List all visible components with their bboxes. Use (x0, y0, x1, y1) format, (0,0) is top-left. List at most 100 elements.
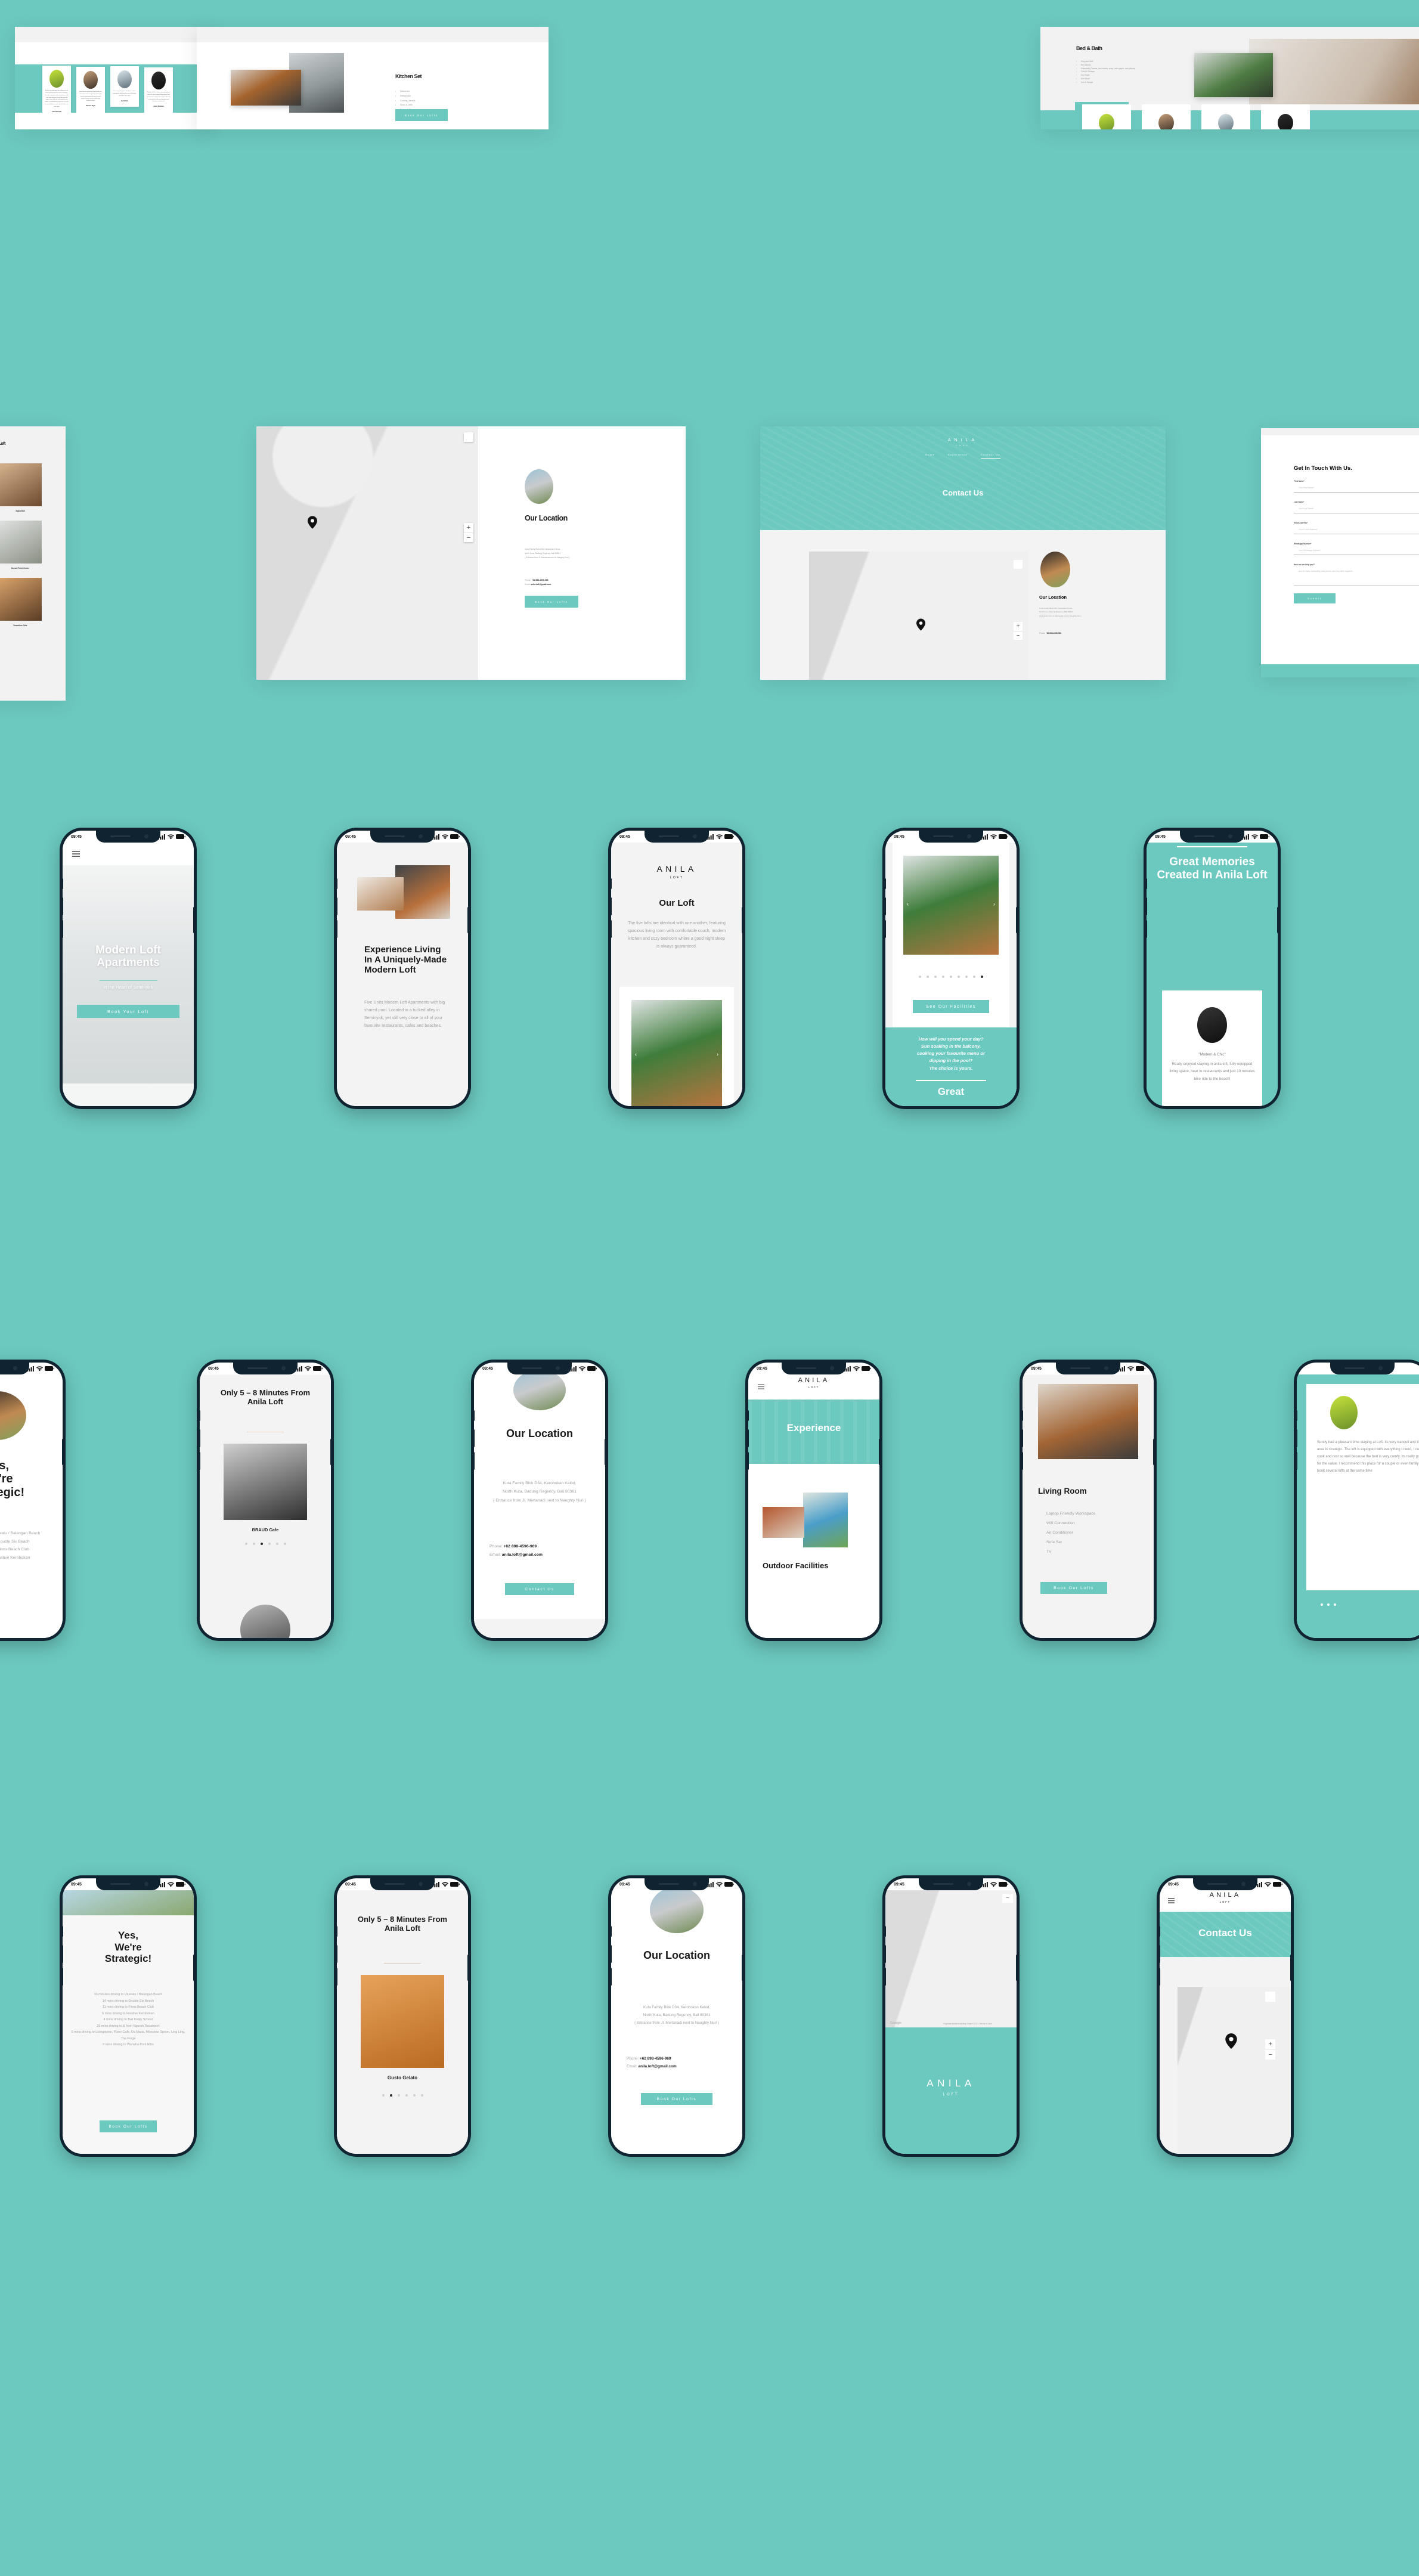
volume-down-button[interactable] (748, 1452, 749, 1470)
contact-map[interactable]: + − (809, 552, 1028, 680)
email-input[interactable]: Your E-mail Address* (1294, 524, 1419, 534)
gallery-next-arrow[interactable]: › (993, 901, 995, 907)
first-name-input[interactable]: Your First Name* (1294, 482, 1419, 493)
nav-item-contact-us[interactable]: Contact Us (980, 454, 1000, 459)
carousel-dot[interactable] (382, 2094, 385, 2097)
submit-button[interactable]: Submit (1294, 593, 1336, 603)
book-our-lofts-button[interactable]: Book Our Lofts (641, 2093, 712, 2105)
book-our-lofts-button[interactable]: Book Our Lofts (100, 2120, 157, 2132)
book-your-loft-button[interactable]: Book Your Loft (77, 1005, 179, 1018)
carousel-dot[interactable] (244, 1543, 247, 1545)
mute-switch[interactable] (885, 878, 886, 889)
fullscreen-icon[interactable] (1014, 560, 1023, 569)
gallery-next-arrow[interactable]: › (717, 1051, 718, 1057)
carousel-dot[interactable] (942, 976, 944, 978)
email-value[interactable]: anila.loft@gmail.com (531, 583, 551, 586)
book-our-lofts-button[interactable]: Book Our Lofts (525, 596, 578, 608)
power-button[interactable] (330, 1439, 331, 1465)
power-button[interactable] (467, 1955, 468, 1981)
power-button[interactable] (1016, 1955, 1017, 1981)
carousel-dot[interactable] (958, 976, 960, 978)
carousel-dots[interactable] (200, 1543, 331, 1545)
carousel-dot-active[interactable] (260, 1543, 263, 1545)
volume-up-button[interactable] (611, 897, 612, 915)
power-button[interactable] (193, 907, 194, 933)
contact-us-button[interactable]: Contact Us (505, 1583, 574, 1595)
book-our-lofts-button[interactable]: Book Our Lofts (1040, 1582, 1107, 1594)
carousel-dots[interactable] (885, 976, 1017, 978)
carousel-dot[interactable] (413, 2094, 416, 2097)
carousel-dot[interactable] (973, 976, 975, 978)
zoom-out-button[interactable]: − (464, 532, 473, 542)
phone-value[interactable]: +62 898-4596-969 (1046, 632, 1061, 634)
zoom-in-button[interactable]: + (464, 523, 473, 532)
carousel-dot[interactable] (1327, 1603, 1330, 1606)
power-button[interactable] (1153, 1439, 1154, 1465)
zoom-out-button[interactable]: − (1014, 631, 1023, 640)
mute-switch[interactable] (885, 1926, 886, 1937)
carousel-dot-active[interactable] (389, 2094, 392, 2097)
volume-up-button[interactable] (611, 1945, 612, 1963)
power-button[interactable] (467, 907, 468, 933)
volume-up-button[interactable] (474, 1429, 475, 1447)
fullscreen-icon[interactable] (1265, 1992, 1275, 2002)
zoom-in-button[interactable]: + (1014, 622, 1023, 631)
volume-down-button[interactable] (885, 1968, 886, 1986)
carousel-dot[interactable] (934, 976, 937, 978)
power-button[interactable] (1016, 907, 1017, 933)
phone-value[interactable]: +62 898-4596-969 (640, 2057, 671, 2061)
email-value[interactable]: anila.loft@gmail.com (639, 2064, 677, 2069)
carousel-dot[interactable] (275, 1543, 278, 1545)
hamburger-menu-icon[interactable] (72, 851, 80, 857)
mute-switch[interactable] (611, 878, 612, 889)
last-name-input[interactable]: Your Last Name* (1294, 503, 1419, 513)
nav-item-experience[interactable]: Experience (948, 454, 968, 459)
volume-down-button[interactable] (885, 920, 886, 938)
carousel-dots[interactable] (1321, 1603, 1336, 1606)
zoom-in-button[interactable]: + (1265, 2039, 1275, 2049)
volume-down-button[interactable] (611, 920, 612, 938)
mute-switch[interactable] (474, 1410, 475, 1421)
zoom-out-button[interactable]: − (1265, 2049, 1275, 2060)
mute-switch[interactable] (611, 1926, 612, 1937)
carousel-dot[interactable] (950, 976, 952, 978)
see-our-facilities-button[interactable]: See Our Facilities (913, 1000, 989, 1013)
carousel-dot[interactable] (252, 1543, 255, 1545)
volume-up-button[interactable] (748, 1429, 749, 1447)
message-textarea[interactable]: Ask for rates, availability, best prices… (1294, 566, 1419, 586)
carousel-dot[interactable] (283, 1543, 286, 1545)
map-zoom-controls[interactable]: + − (1014, 622, 1023, 640)
carousel-dot[interactable] (397, 2094, 400, 2097)
carousel-dots[interactable] (337, 2094, 468, 2097)
map-view[interactable]: + − (1178, 1987, 1291, 2154)
carousel-dot[interactable] (1334, 1603, 1336, 1606)
gallery-prev-arrow[interactable]: ‹ (907, 901, 909, 907)
map-zoom-controls[interactable]: + − (464, 523, 473, 542)
carousel-dot-active[interactable] (981, 976, 983, 978)
power-button[interactable] (62, 1439, 63, 1465)
carousel-dot[interactable] (405, 2094, 408, 2097)
book-our-lofts-button[interactable]: Book Our Lofts (395, 109, 448, 121)
zoom-out-button[interactable]: − (1002, 1894, 1013, 1903)
nearby-item[interactable]: Sunset Point Center (0, 521, 42, 569)
volume-up-button[interactable] (885, 1945, 886, 1963)
gallery-prev-arrow[interactable]: ‹ (635, 1051, 637, 1057)
phone-value[interactable]: +62 898-4596-969 (532, 579, 549, 581)
map-view[interactable]: Google Keyboard shortcuts Map Data ©2021… (885, 1890, 1017, 2027)
carousel-dot[interactable] (927, 976, 929, 978)
power-button[interactable] (1290, 1955, 1291, 1981)
volume-up-button[interactable] (885, 897, 886, 915)
carousel-dot[interactable] (268, 1543, 271, 1545)
email-value[interactable]: anila.loft@gmail.com (502, 1553, 543, 1557)
carousel-dot[interactable] (965, 976, 968, 978)
map-zoom-controls[interactable]: + − (1265, 2039, 1275, 2060)
whatsapp-input[interactable]: Your Whatsapp Number* (1294, 545, 1419, 555)
power-button[interactable] (1277, 907, 1278, 933)
mute-switch[interactable] (748, 1410, 749, 1421)
volume-down-button[interactable] (474, 1452, 475, 1470)
carousel-dot[interactable] (1321, 1603, 1323, 1606)
power-button[interactable] (193, 1955, 194, 1981)
nav-item-home[interactable]: Home (925, 454, 935, 459)
phone-value[interactable]: +62 898-4596-969 (503, 1544, 537, 1549)
carousel-dot[interactable] (919, 976, 921, 978)
